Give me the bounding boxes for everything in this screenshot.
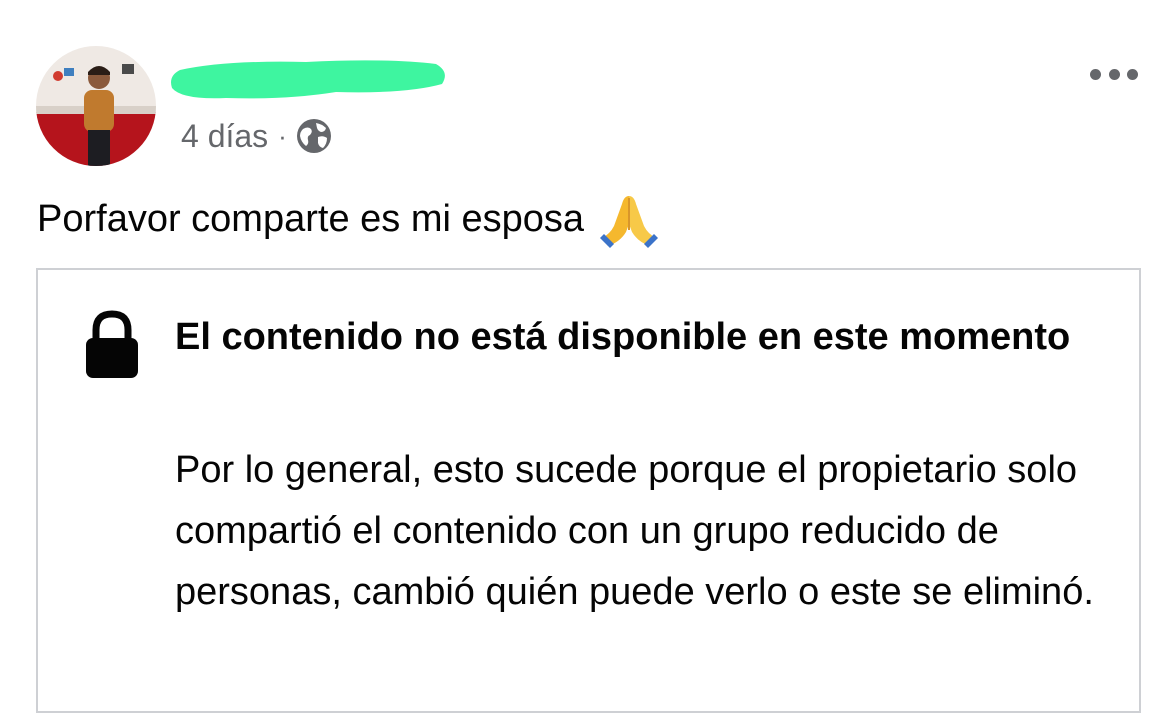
post-meta: 4 días · [181, 116, 333, 156]
more-options-icon[interactable] [1090, 64, 1138, 84]
unavailable-body: Por lo general, esto sucede porque el pr… [175, 449, 1094, 613]
lock-icon [84, 310, 140, 380]
unavailable-content-card[interactable]: El contenido no está disponible en este … [36, 268, 1141, 713]
post-message: Porfavor comparte es mi esposa [37, 190, 660, 248]
avatar-photo [36, 46, 156, 166]
redaction-mark [171, 60, 445, 99]
more-dot [1090, 68, 1101, 80]
more-dot [1127, 68, 1138, 80]
unavailable-title: El contenido no está disponible en este … [175, 316, 1071, 358]
globe-icon [295, 117, 333, 155]
folded-hands-emoji [598, 190, 660, 248]
post-timestamp[interactable]: 4 días [181, 118, 268, 155]
more-dot [1108, 68, 1120, 80]
meta-separator: · [278, 120, 287, 151]
author-name-redacted[interactable] [166, 54, 450, 102]
post-text: Porfavor comparte es mi esposa [37, 197, 585, 240]
avatar[interactable] [36, 46, 156, 166]
